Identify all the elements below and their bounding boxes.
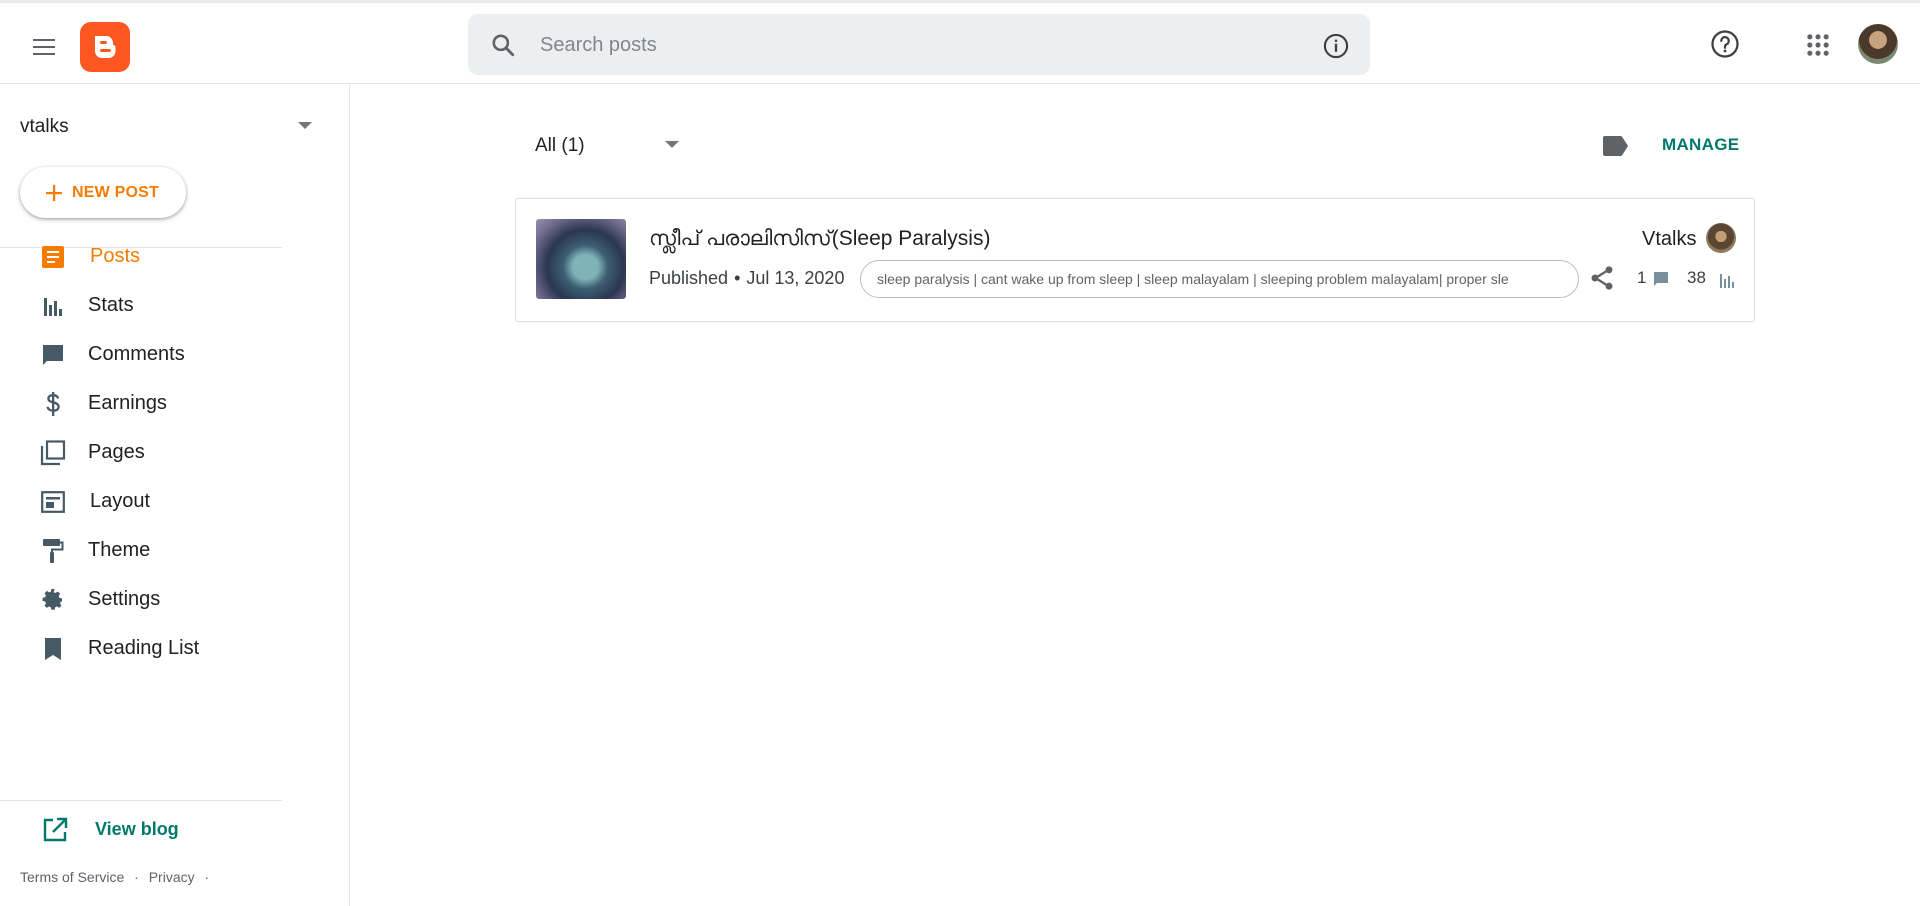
- paint-roller-icon: [40, 538, 66, 564]
- sidebar-item-reading-list[interactable]: Reading List: [0, 624, 282, 672]
- dollar-icon: [40, 391, 66, 417]
- stats-icon: [40, 293, 66, 319]
- terms-link[interactable]: Terms of Service: [20, 869, 124, 885]
- post-date: Jul 13, 2020: [746, 268, 845, 288]
- sidebar-item-settings[interactable]: Settings: [0, 575, 282, 623]
- blog-name: vtalks: [20, 116, 69, 137]
- sidebar-item-pages[interactable]: Pages: [0, 428, 282, 476]
- sidebar-item-label: Pages: [88, 440, 145, 463]
- sidebar-item-theme[interactable]: Theme: [0, 526, 282, 574]
- sidebar-item-label: Stats: [88, 293, 134, 316]
- comment-icon: [40, 342, 66, 368]
- sidebar-item-comments[interactable]: Comments: [0, 330, 282, 378]
- post-labels[interactable]: sleep paralysis | cant wake up from slee…: [860, 260, 1579, 298]
- post-title[interactable]: സ്ലീപ് പരാലിസിസ്(Sleep Paralysis): [649, 227, 990, 251]
- main-content: All (1) MANAGE സ്ലീപ് പരാലിസിസ്(Sleep Pa…: [351, 85, 1920, 906]
- sidebar-item-label: Theme: [88, 538, 151, 561]
- search-bar[interactable]: [468, 14, 1370, 75]
- filter-label: All (1): [535, 135, 585, 156]
- search-input[interactable]: [540, 28, 1240, 62]
- divider: [0, 800, 282, 801]
- view-blog-link[interactable]: View blog: [0, 807, 282, 851]
- help-icon[interactable]: [1710, 29, 1740, 59]
- account-avatar[interactable]: [1858, 24, 1898, 64]
- search-icon: [492, 34, 515, 57]
- comment-icon: [1654, 272, 1668, 286]
- posts-icon: [40, 244, 66, 270]
- new-post-label: NEW POST: [72, 183, 159, 201]
- bookmark-icon: [40, 636, 66, 662]
- view-blog-label: View blog: [95, 819, 179, 839]
- post-author: Vtalks: [1642, 228, 1697, 250]
- author-avatar: [1706, 223, 1736, 253]
- footer-links: Terms of Service · Privacy ·: [20, 869, 215, 885]
- layout-icon: [40, 489, 66, 515]
- blogger-logo[interactable]: [80, 22, 130, 72]
- pages-icon: [40, 440, 66, 466]
- share-icon[interactable]: [1588, 264, 1616, 292]
- blog-selector[interactable]: vtalks: [20, 112, 320, 142]
- post-thumbnail: [536, 219, 626, 299]
- plus-icon: [46, 184, 62, 201]
- sidebar-item-label: Earnings: [88, 391, 167, 414]
- app-header: [0, 3, 1920, 84]
- manage-labels-button[interactable]: MANAGE: [1662, 135, 1739, 155]
- footer-separator: ·: [134, 869, 139, 885]
- sidebar-item-label: Comments: [88, 342, 185, 365]
- sidebar-item-layout[interactable]: Layout: [0, 477, 282, 525]
- gear-icon: [40, 587, 66, 613]
- sidebar-item-earnings[interactable]: Earnings: [0, 379, 282, 427]
- sidebar-item-stats[interactable]: Stats: [0, 281, 282, 329]
- sidebar-item-posts[interactable]: Posts: [0, 232, 282, 280]
- label-icon[interactable]: [1601, 135, 1629, 157]
- post-meta: Published • Jul 13, 2020: [649, 268, 844, 289]
- hamburger-menu-icon[interactable]: [26, 29, 62, 65]
- apps-grid-icon[interactable]: [1804, 31, 1832, 59]
- post-filter-dropdown[interactable]: All (1): [535, 131, 695, 161]
- privacy-link[interactable]: Privacy: [149, 869, 195, 885]
- post-labels-text: sleep paralysis | cant wake up from slee…: [877, 271, 1509, 287]
- sidebar-item-label: Layout: [90, 489, 151, 512]
- comment-count: 1: [1637, 268, 1647, 287]
- post-status: Published: [649, 268, 729, 288]
- chevron-down-icon: [298, 122, 312, 129]
- open-in-new-icon: [43, 817, 68, 842]
- chevron-down-icon: [665, 141, 679, 148]
- sidebar-item-label: Posts: [90, 244, 141, 267]
- view-count: 38: [1687, 268, 1706, 287]
- new-post-button[interactable]: NEW POST: [20, 167, 186, 218]
- sidebar-item-label: Settings: [88, 587, 161, 610]
- footer-separator: ·: [204, 869, 210, 885]
- stats-icon: [1720, 274, 1734, 288]
- sidebar: vtalks NEW POST Posts Stats Comments Ear…: [0, 85, 350, 906]
- sidebar-item-label: Reading List: [88, 636, 200, 659]
- post-list-item[interactable]: സ്ലീപ് പരാലിസിസ്(Sleep Paralysis) Publis…: [515, 198, 1755, 322]
- info-icon[interactable]: [1322, 32, 1350, 60]
- meta-separator: •: [734, 268, 741, 288]
